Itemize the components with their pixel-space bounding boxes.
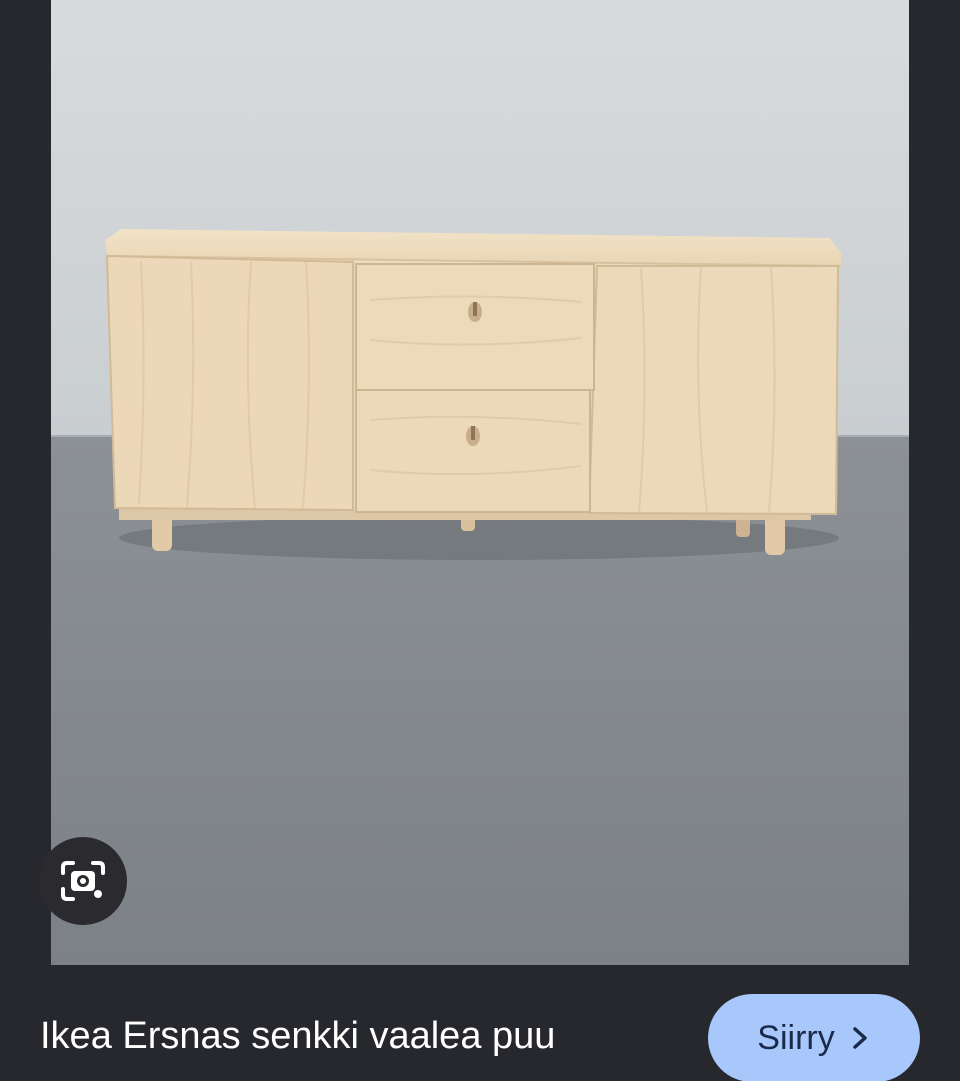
result-title: Ikea Ersnas senkki vaalea puu: [40, 1015, 556, 1057]
lens-search-button[interactable]: [39, 837, 127, 925]
go-button-label: Siirry: [757, 1018, 835, 1057]
chevron-right-icon: [852, 1027, 867, 1049]
go-to-site-button[interactable]: Siirry: [708, 994, 920, 1081]
sideboard-photo: [51, 0, 909, 965]
product-image[interactable]: [51, 0, 909, 965]
google-lens-icon: [61, 861, 105, 901]
image-viewer-screen: Ikea Ersnas senkki vaalea puu Siirry: [0, 0, 960, 1081]
